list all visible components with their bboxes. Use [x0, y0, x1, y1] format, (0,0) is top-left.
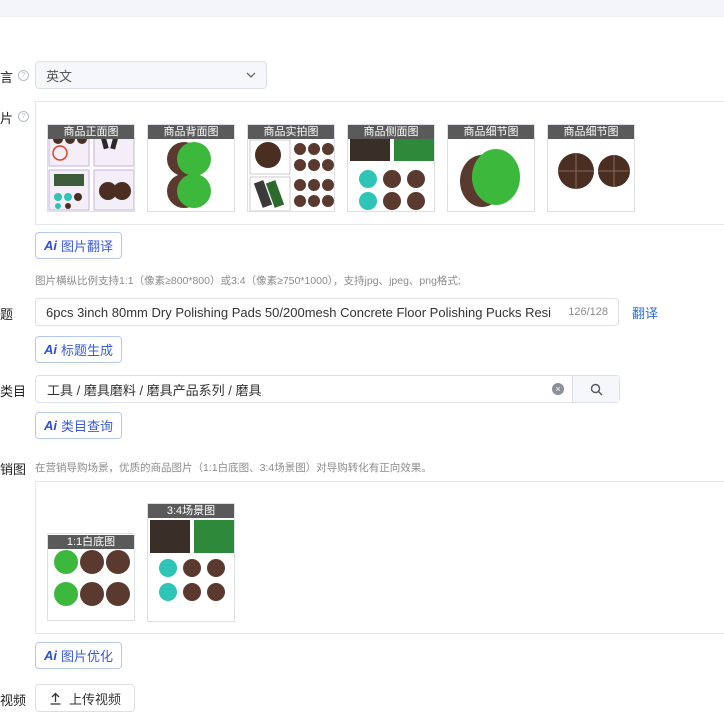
product-image-thumb[interactable]: 商品背面图 [147, 124, 235, 212]
image-caption: 1:1白底图 [48, 535, 134, 549]
title-translate-link[interactable]: 翻译 [632, 303, 658, 322]
title-input[interactable]: 6pcs 3inch 80mm Dry Polishing Pads 50/20… [35, 298, 619, 326]
image-caption: 商品正面图 [48, 125, 134, 139]
image-optimize-label: 图片优化 [61, 649, 114, 664]
image-caption: 商品细节图 [548, 125, 634, 139]
image-translate-label: 图片翻译 [61, 239, 114, 254]
marketing-label: 销图 [0, 462, 27, 477]
image-caption: 商品侧面图 [348, 125, 434, 139]
ai-icon: Ai [44, 238, 57, 253]
product-images-panel: 商品正面图 商品背面图 商品实拍图 商品侧面图 商品细节图 商品细节图 [35, 101, 724, 225]
ai-icon: Ai [44, 648, 57, 663]
category-label: 类目 [0, 384, 27, 399]
image-caption: 商品实拍图 [248, 125, 334, 139]
product-image-thumb[interactable]: 商品实拍图 [247, 124, 335, 212]
category-value: 工具 / 磨具磨料 / 磨具产品系列 / 磨具 [47, 382, 262, 398]
title-label: 题 [0, 307, 14, 322]
product-image-thumb[interactable]: 商品细节图 [547, 124, 635, 212]
category-query-button[interactable]: Ai 类目查询 [35, 412, 123, 439]
title-generate-label: 标题生成 [61, 343, 114, 358]
language-select[interactable]: 英文 [35, 61, 267, 89]
product-image-thumb[interactable]: 商品侧面图 [347, 124, 435, 212]
chevron-down-icon [246, 72, 256, 78]
upload-icon [50, 692, 61, 705]
top-bar [0, 0, 724, 17]
image-caption: 3:4场景图 [148, 504, 234, 518]
video-label: 视频 [0, 693, 27, 708]
image-translate-button[interactable]: Ai 图片翻译 [35, 232, 123, 259]
image-caption: 商品细节图 [448, 125, 534, 139]
language-value: 英文 [46, 68, 73, 84]
upload-video-label: 上传视频 [68, 691, 121, 707]
upload-video-button[interactable]: 上传视频 [35, 684, 135, 712]
product-image-thumb[interactable]: 商品正面图 [47, 124, 135, 212]
image-caption: 商品背面图 [148, 125, 234, 139]
clear-icon[interactable]: × [552, 383, 564, 395]
marketing-hint: 在营销导购场景，优质的商品图片（1:1白底图、3:4场景图）对导购转化有正向效果… [35, 462, 432, 474]
marketing-images-panel: 1:1白底图 3:4场景图 [35, 481, 724, 634]
ai-icon: Ai [44, 418, 57, 433]
language-label: 言 [0, 70, 14, 85]
category-input[interactable]: 工具 / 磨具磨料 / 磨具产品系列 / 磨具 × [35, 375, 620, 403]
title-value: 6pcs 3inch 80mm Dry Polishing Pads 50/20… [46, 304, 551, 320]
ai-icon: Ai [44, 342, 57, 357]
search-icon [590, 383, 602, 395]
product-image-thumb[interactable]: 商品细节图 [447, 124, 535, 212]
category-search-button[interactable] [572, 376, 619, 402]
title-generate-button[interactable]: Ai 标题生成 [35, 336, 123, 363]
category-query-label: 类目查询 [61, 419, 114, 434]
image-optimize-button[interactable]: Ai 图片优化 [35, 642, 123, 669]
image-size-hint: 图片横纵比例支持1:1（像素≥800*800）或3:4（像素≥750*1000）… [35, 275, 461, 287]
images-label: 片 [0, 111, 14, 126]
title-char-count: 126/128 [568, 306, 608, 318]
marketing-image-thumb[interactable]: 3:4场景图 [147, 503, 235, 622]
marketing-image [150, 520, 234, 601]
help-icon[interactable]: ? [18, 111, 29, 122]
help-icon[interactable]: ? [18, 70, 29, 81]
marketing-image-thumb[interactable]: 1:1白底图 [47, 533, 135, 621]
